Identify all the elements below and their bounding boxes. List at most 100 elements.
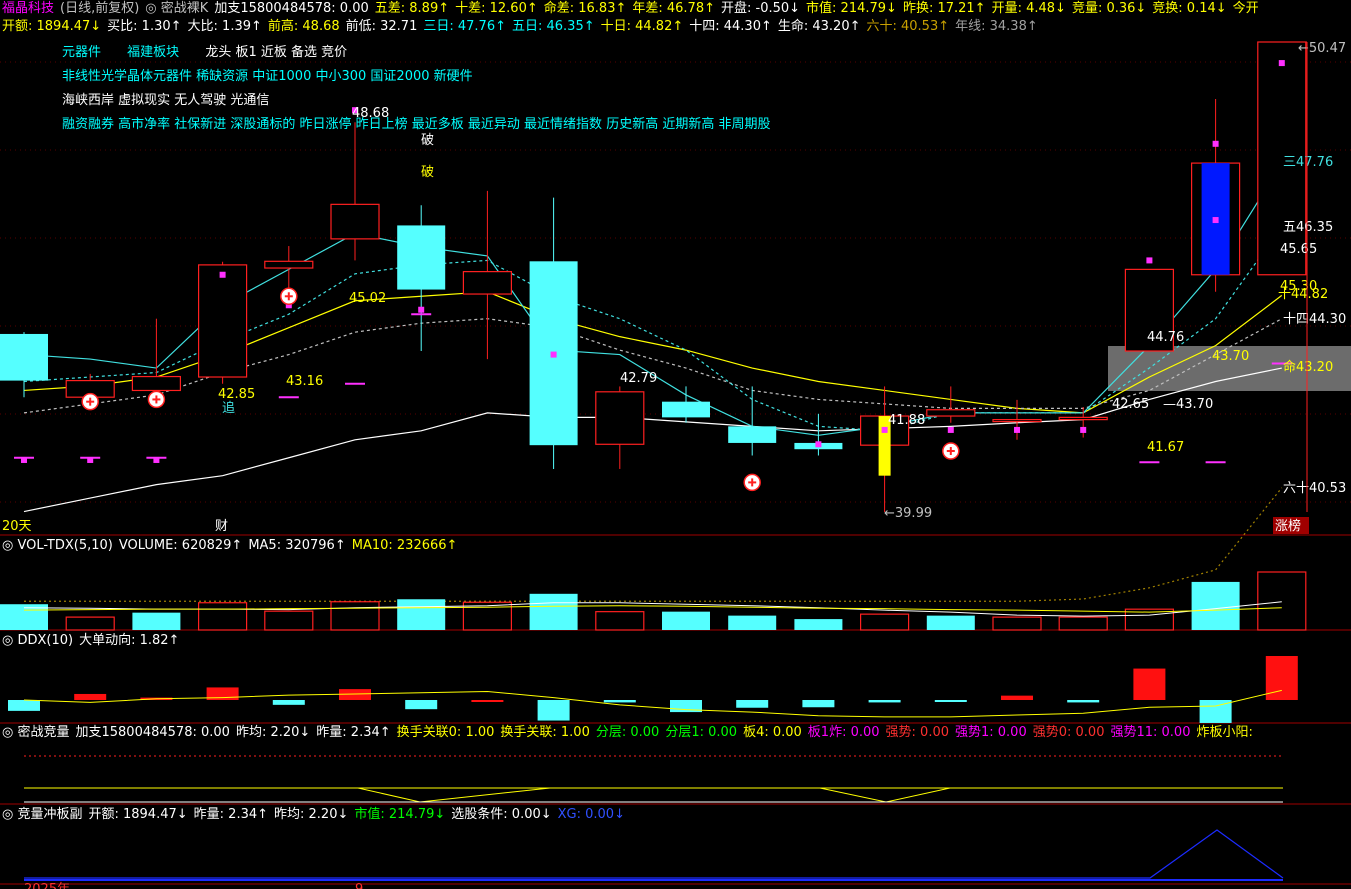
signal-dot-6	[418, 306, 425, 313]
volume-bar-up	[595, 611, 645, 631]
jl-panel-header: ◎ 竞量冲板副 开额: 1894.47↓ 昨量: 2.34↑ 昨均: 2.20↓ 市值:…	[2, 806, 631, 824]
signal-dot-8	[815, 441, 822, 448]
indicator-item-5: 三日: 47.76↑	[423, 19, 506, 34]
volume-bar-down	[662, 611, 710, 630]
header-item-0: 福晶科技	[2, 1, 55, 16]
label-high: ←50.47	[1298, 41, 1346, 56]
jl-item-3: 昨均: 2.20↓	[274, 807, 349, 822]
volume-bar-up	[264, 610, 314, 631]
label-days: 20天	[2, 519, 32, 534]
header-item-1: (日线,前复权)	[60, 1, 140, 16]
header-item-3: 加支15800484578: 0.00	[214, 1, 369, 16]
axis-year-label: 2025年	[24, 882, 70, 889]
ddx-bar	[537, 700, 570, 721]
label-p4167: 41.67	[1147, 440, 1184, 455]
header-item-5: 十差: 12.60↑	[455, 1, 538, 16]
volume-bar-down	[728, 615, 777, 630]
indicator-item-1: 买比: 1.30↑	[107, 19, 182, 34]
vol-panel-header: ◎ VOL-TDX(5,10) VOLUME: 620829↑ MA5: 32079…	[2, 537, 463, 555]
signal-dot-13	[1146, 257, 1153, 264]
candle-body-up	[992, 419, 1042, 423]
volume-bar-down	[926, 615, 975, 630]
indicator-item-3: 前高: 48.68	[267, 19, 340, 34]
mz-item-2: 昨均: 2.20↓	[235, 725, 311, 740]
ddx-bar	[736, 700, 769, 708]
label-life: 命43.20	[1283, 359, 1333, 375]
label-p4316: 43.16	[286, 374, 323, 389]
header-item-9: 市值: 214.79↓	[806, 1, 897, 16]
header-item-12: 竞量: 0.36↓	[1071, 1, 1147, 16]
signal-dot-10	[947, 426, 954, 433]
ddx-bar	[272, 700, 305, 705]
ddx-bar	[1001, 695, 1033, 700]
life-line	[23, 367, 1282, 513]
header-row1: 福晶科技 (日线,前复权) ◎ 密战裸K 加支15800484578: 0.00 五差:…	[2, 0, 1265, 18]
ddx-bar	[802, 700, 835, 708]
indicator-item-2: 大比: 1.39↑	[187, 19, 262, 34]
signal-dot-7	[550, 351, 557, 358]
mz-item-10: 强势: 0.00	[885, 725, 949, 740]
mz-item-9: 板1炸: 0.00	[807, 725, 880, 740]
label-ma10b: 十44.82	[1278, 287, 1328, 302]
indicator-item-10: 六十: 40.53↑	[866, 19, 950, 34]
signal-dot-12	[1080, 426, 1087, 433]
label-p4188: 41.88	[888, 413, 925, 428]
label-p4265: 42.65	[1112, 397, 1149, 412]
candle-body-down	[662, 401, 710, 418]
tag-fujian[interactable]: 福建板块	[127, 45, 179, 60]
candle-body-up	[1058, 416, 1108, 421]
header-item-4: 五差: 8.89↑	[374, 1, 450, 16]
volume-bar-up	[1257, 571, 1307, 631]
mz-item-3: 昨量: 2.34↑	[316, 725, 391, 740]
ddx-bar	[934, 700, 967, 702]
mz-item-12: 强势0: 0.00	[1032, 725, 1105, 740]
ddx-bar	[471, 700, 504, 702]
ddx-item-1: 大单动向: 1.82↑	[79, 633, 180, 648]
label-ma3: 三47.76	[1283, 155, 1333, 170]
candle-body-up	[198, 264, 248, 378]
label-p4279: 42.79	[620, 371, 657, 386]
volume-bar-down	[529, 593, 578, 630]
label-po2: 破	[421, 165, 434, 180]
tag-component[interactable]: 元器件	[62, 45, 101, 60]
volume-bar-up	[65, 616, 115, 631]
ddx-bar	[8, 700, 40, 711]
stock-chart[interactable]: ←50.47三47.76五46.3545.6545.30十44.82十四44.3…	[0, 0, 1351, 889]
jl-item-2: 昨量: 2.34↑	[193, 807, 269, 822]
indicator-item-4: 前低: 32.71	[345, 19, 418, 34]
header-item-13: 竞换: 0.14↓	[1152, 1, 1227, 16]
label-ma5b: 45.65	[1280, 242, 1317, 257]
vol-item-0: ◎ VOL-TDX(5,10)	[2, 538, 113, 553]
mz-item-5: 换手关联: 1.00	[500, 725, 590, 740]
label-p4370b: —43.70	[1163, 397, 1213, 412]
jl-item-4: 市值: 214.79↓	[354, 807, 446, 822]
mz-item-4: 换手关联0: 1.00	[396, 725, 495, 740]
volume-bar-down	[794, 619, 843, 630]
header-item-8: 开盘: -0.50↓	[721, 1, 801, 16]
candle-body-up	[926, 409, 976, 417]
label-p4476: 44.76	[1147, 330, 1184, 345]
ddx-bar	[868, 700, 901, 703]
mz-item-14: 炸板小阳:	[1196, 725, 1253, 740]
indicator-item-9: 生命: 43.20↑	[777, 19, 861, 34]
candle-body-up	[330, 203, 380, 240]
ddx-item-0: ◎ DDX(10)	[2, 633, 74, 648]
indicator-item-7: 十日: 44.82↑	[600, 19, 684, 34]
ddx-bar	[1133, 668, 1166, 700]
indicator-item-8: 十四: 44.30↑	[689, 19, 772, 34]
candle-body-down	[0, 333, 48, 381]
label-sixty: 六十40.53	[1283, 481, 1346, 496]
jl-item-0: ◎ 竞量冲板副	[2, 807, 83, 822]
mz-item-6: 分层: 0.00	[595, 725, 660, 740]
signal-dot-15	[1278, 60, 1285, 67]
ddx-bar	[1067, 700, 1100, 703]
signal-dot-9	[881, 426, 888, 433]
volume-bar-up	[198, 602, 248, 631]
header-row2: 开额: 1894.47↓ 买比: 1.30↑ 大比: 1.39↑ 前高: 48.68 前…	[2, 18, 1044, 36]
vol-item-2: MA5: 320796↑	[248, 538, 346, 553]
ddx-bar	[603, 700, 636, 703]
candle-body-down	[397, 225, 446, 290]
volume-bar-down	[397, 599, 446, 630]
mz-item-1: 加支15800484578: 0.00	[75, 725, 230, 740]
jl-item-5: 选股条件: 0.00↓	[451, 807, 552, 822]
